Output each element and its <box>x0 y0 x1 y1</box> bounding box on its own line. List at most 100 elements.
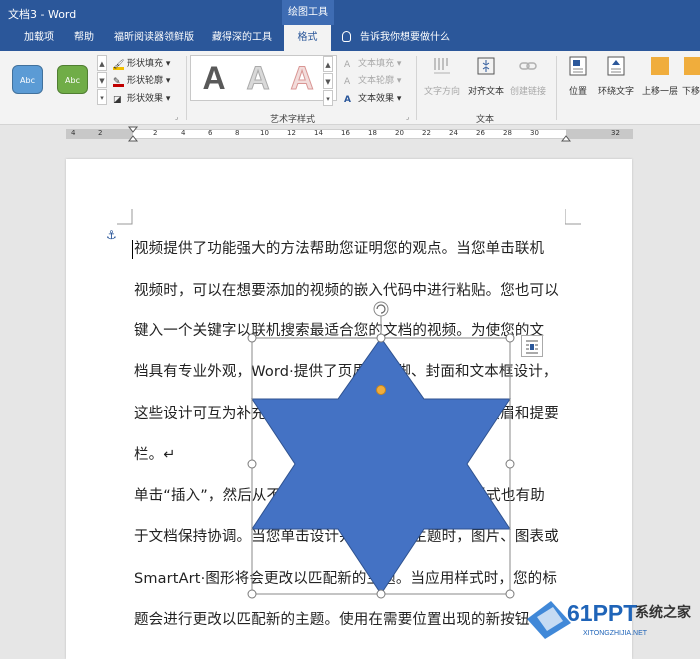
shape-effects-button[interactable]: ◪ 形状效果 ▾ <box>113 91 170 105</box>
resize-handle[interactable] <box>376 333 386 343</box>
crop-mark-icon <box>565 209 581 225</box>
align-text-icon <box>477 57 495 75</box>
tab-foxit[interactable]: 福昕阅读器领鲜版 <box>114 25 194 51</box>
ruler-label: 8 <box>235 129 240 137</box>
wordart-style-outline[interactable]: A <box>238 57 278 99</box>
wordart-group-label: 艺术字样式 <box>270 115 316 125</box>
ruler-label: 10 <box>260 129 269 137</box>
ruler-label: 12 <box>287 129 296 137</box>
text-cursor <box>132 240 133 259</box>
ruler-label: 30 <box>530 129 539 137</box>
indent-marker-icon[interactable] <box>127 126 139 142</box>
watermark-cn: 系统之家 <box>635 604 692 621</box>
pencil-icon: ✎ <box>113 77 124 87</box>
shape-style-blue[interactable]: Abc <box>12 65 43 94</box>
rotate-handle-icon[interactable] <box>373 301 389 317</box>
shape-outline-button[interactable]: ✎ 形状轮廓 ▾ <box>113 73 170 87</box>
resize-handle[interactable] <box>247 333 257 343</box>
doc-line[interactable]: 栏。↵ <box>134 445 176 465</box>
text-fill-icon: A <box>344 60 351 70</box>
shape-effects-label: 形状效果 <box>127 94 164 104</box>
resize-handle[interactable] <box>505 333 515 343</box>
tab-format[interactable]: 格式 <box>284 25 331 51</box>
six-point-star-shape[interactable] <box>251 337 511 595</box>
ruler-label: 2 <box>153 129 158 137</box>
text-outline-button[interactable]: A 文本轮廓 ▾ <box>344 73 401 87</box>
wordart-more-icon[interactable]: ▾ <box>323 90 333 106</box>
layout-options-icon[interactable] <box>521 335 543 357</box>
align-text-label: 对齐文本 <box>467 87 504 97</box>
wordart-scroll-up-icon[interactable]: ▲ <box>323 56 333 72</box>
position-icon <box>569 56 587 76</box>
resize-handle[interactable] <box>247 589 257 599</box>
create-link-button[interactable]: 创建链接 <box>508 55 548 97</box>
wordart-style-gray[interactable]: A <box>194 57 234 99</box>
shape-styles-launcher-icon[interactable]: ⌟ <box>175 113 178 121</box>
adjust-handle[interactable] <box>376 385 386 395</box>
text-direction-button[interactable]: 文字方向 <box>423 55 461 97</box>
ruler-label: 28 <box>503 129 512 137</box>
wordart-gallery-scroll[interactable]: ▲ ▼ ▾ <box>323 56 333 106</box>
title-bar: 文档3 - Word 绘图工具 <box>0 0 700 25</box>
ribbon: Abc Abc ▲ ▼ ▾ 🖌 形状填充 ▾ ✎ 形状轮廓 ▾ ◪ 形状效果 ▾ ⌟ … <box>0 51 700 125</box>
resize-handle[interactable] <box>247 459 257 469</box>
align-text-button[interactable]: 对齐文本 <box>466 55 506 97</box>
doc-line[interactable]: 视频提供了功能强大的方法帮助您证明您的观点。当您单击联机 <box>134 239 544 259</box>
wrap-text-button[interactable]: 环绕文字 <box>596 55 636 97</box>
paint-bucket-icon: 🖌 <box>113 60 125 70</box>
bring-forward-button[interactable]: 上移一层 <box>640 55 680 97</box>
text-effects-button[interactable]: A 文本效果 ▾ <box>344 91 401 105</box>
bring-forward-label: 上移一层 <box>641 87 678 97</box>
group-divider <box>186 56 187 120</box>
group-divider <box>416 56 417 120</box>
tab-help[interactable]: 帮助 <box>74 25 94 51</box>
site-watermark-logo: 61PPT 系统之家 XITONGZHIJIA.NET <box>527 600 692 639</box>
horizontal-ruler[interactable]: 4 2 2 4 6 8 10 12 14 16 18 20 22 24 26 2… <box>0 126 700 142</box>
ruler-label: 18 <box>368 129 377 137</box>
gallery-more-icon[interactable]: ▾ <box>97 89 107 105</box>
text-fill-button[interactable]: A 文本填充 ▾ <box>344 56 401 70</box>
shape-fill-button[interactable]: 🖌 形状填充 ▾ <box>113 56 170 70</box>
window-title: 文档3 - Word <box>8 8 77 21</box>
send-backward-button[interactable]: 下移 <box>682 55 700 97</box>
shape-style-gallery-scroll[interactable]: ▲ ▼ ▾ <box>97 55 107 105</box>
right-indent-marker-icon[interactable] <box>561 134 571 142</box>
wordart-launcher-icon[interactable]: ⌟ <box>406 113 409 121</box>
lightbulb-icon <box>342 31 351 42</box>
anchor-icon[interactable]: ⚓ <box>106 228 117 242</box>
link-icon <box>519 62 537 70</box>
resize-handle[interactable] <box>376 589 386 599</box>
ruler-label: 4 <box>71 129 76 137</box>
text-outline-icon: A <box>344 77 351 87</box>
shape-outline-label: 形状轮廓 <box>127 76 164 86</box>
scroll-up-icon[interactable]: ▲ <box>97 55 107 71</box>
watermark-url: XITONGZHIJIA.NET <box>583 630 648 637</box>
text-group-label: 文本 <box>476 115 495 125</box>
scroll-down-icon[interactable]: ▼ <box>97 72 107 88</box>
ruler-label: 24 <box>449 129 458 137</box>
tab-addins[interactable]: 加载项 <box>24 25 54 51</box>
tab-hidden-tools[interactable]: 藏得深的工具 <box>212 25 272 51</box>
resize-handle[interactable] <box>505 459 515 469</box>
star-shape-selection[interactable] <box>240 296 530 601</box>
wordart-scroll-down-icon[interactable]: ▼ <box>323 73 333 89</box>
tell-me-search[interactable]: 告诉我你想要做什么 <box>342 25 450 51</box>
ruler-label: 22 <box>422 129 431 137</box>
wordart-style-pink[interactable]: A <box>282 57 322 99</box>
position-label: 位置 <box>568 87 587 97</box>
ruler-label: 16 <box>341 129 350 137</box>
context-tab-title: 绘图工具 <box>282 0 334 25</box>
ruler-label: 2 <box>98 129 103 137</box>
text-direction-icon <box>434 58 450 74</box>
shape-style-green[interactable]: Abc <box>57 65 88 94</box>
text-direction-label: 文字方向 <box>423 87 460 97</box>
wrap-text-label: 环绕文字 <box>597 87 634 97</box>
ruler-label: 20 <box>395 129 404 137</box>
position-button[interactable]: 位置 <box>563 55 593 97</box>
send-backward-label: 下移 <box>682 87 700 97</box>
bring-forward-icon <box>651 57 669 75</box>
resize-handle[interactable] <box>505 589 515 599</box>
shape-fill-label: 形状填充 <box>127 59 164 69</box>
text-effects-label: 文本效果 <box>358 94 395 104</box>
doc-line[interactable]: 题会进行更改以匹配新的主题。使用在需要位置出现的新按钮 <box>134 610 530 630</box>
